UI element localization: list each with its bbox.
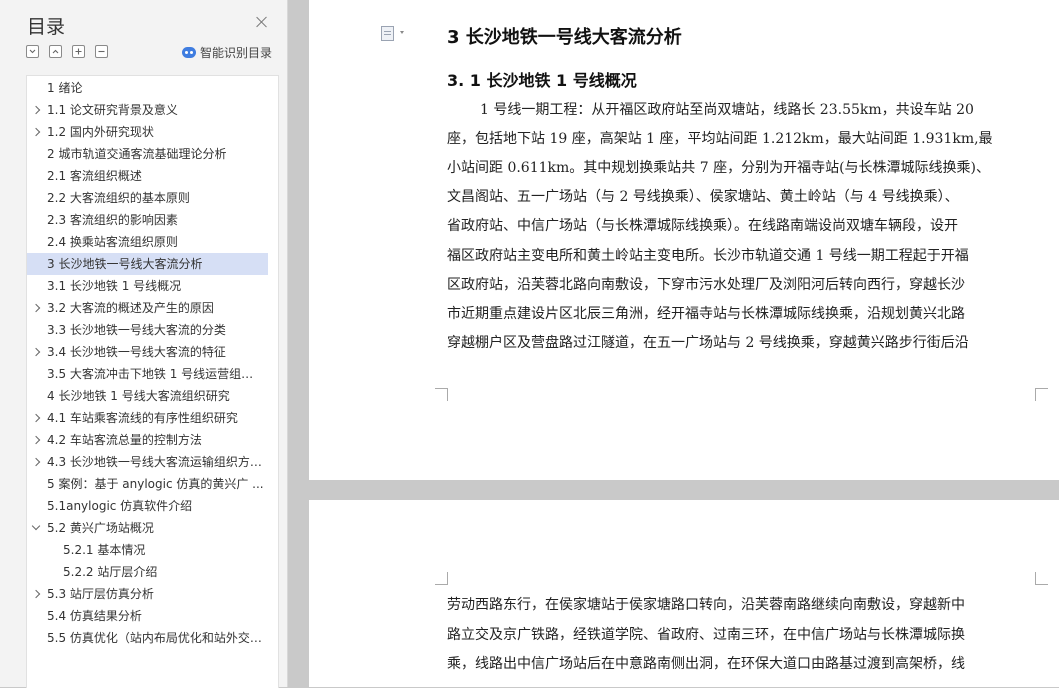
body-text-line: 乘，线路出中信广场站后在中意路南侧出洞，在环保大道口由路基过渡到高架桥，线 bbox=[447, 656, 965, 672]
toc-item-label: 4.2 车站客流总量的控制方法 bbox=[47, 433, 202, 447]
toc-item-label: 2.4 换乘站客流组织原则 bbox=[47, 235, 178, 249]
body-text-line: 穿越棚户区及营盘路过江隧道，在五一广场站与 2 号线换乘，穿越黄兴路步行街后沿 bbox=[447, 334, 969, 351]
toc-item-label: 2.2 大客流组织的基本原则 bbox=[47, 191, 190, 205]
toc-item-label: 1 绪论 bbox=[47, 81, 83, 95]
toc-item-label: 4.1 车站乘客流线的有序性组织研究 bbox=[47, 411, 238, 425]
document-page: 3 长沙地铁一号线大客流分析 3. 1 长沙地铁 1 号线概况 1 号线一期工程… bbox=[309, 0, 1059, 480]
toc-item[interactable]: 2.4 换乘站客流组织原则 bbox=[27, 231, 268, 253]
toc-item[interactable]: 5.3 站厅层仿真分析 bbox=[27, 583, 268, 605]
chevron-right-icon[interactable] bbox=[31, 413, 41, 423]
body-text-line: 路立交及京广铁路，经铁道学院、省政府、过南三环，在中信广场站与长株潭城际换 bbox=[447, 626, 965, 643]
toc-item[interactable]: 5.1anylogic 仿真软件介绍 bbox=[27, 495, 268, 517]
toc-title: 目录 bbox=[27, 16, 66, 38]
crop-mark bbox=[435, 572, 448, 585]
toc-item[interactable]: 2.3 客流组织的影响因素 bbox=[27, 209, 268, 231]
body-text-line: 文昌阁站、五一广场站（与 2 号线换乘）、侯家塘站、黄土岭站（与 4 号线换乘）… bbox=[447, 189, 959, 206]
collapse-all-icon[interactable] bbox=[49, 45, 62, 58]
document-page: 劳动西路东行，在侯家塘站于侯家塘路口转向，沿芙蓉南路继续向南敷设，穿越新中 路立交… bbox=[309, 500, 1059, 687]
toc-item-label: 5 案例：基于 anylogic 仿真的黄兴广 ... bbox=[47, 477, 264, 491]
toc-item[interactable]: 3.5 大客流冲击下地铁 1 号线运营组织 ... bbox=[27, 363, 268, 385]
expand-all-icon[interactable] bbox=[26, 45, 39, 58]
toc-item[interactable]: 3 长沙地铁一号线大客流分析 bbox=[27, 253, 268, 275]
smart-toc-label: 智能识别目录 bbox=[200, 46, 273, 60]
toc-item-label: 3.5 大客流冲击下地铁 1 号线运营组织 ... bbox=[47, 367, 265, 381]
chevron-right-icon[interactable] bbox=[31, 457, 41, 467]
chevron-down-icon[interactable] bbox=[31, 521, 41, 531]
smart-toc-button[interactable]: 智能识别目录 bbox=[182, 44, 272, 61]
toc-item[interactable]: 5.2 黄兴广场站概况 bbox=[27, 517, 268, 539]
toc-item[interactable]: 2.2 大客流组织的基本原则 bbox=[27, 187, 268, 209]
toc-list: 1 绪论 1.1 论文研究背景及意义 1.2 国内外研究现状 2 城市轨道交通客流基础… bbox=[26, 75, 279, 688]
body-text-line: 省政府站、中信广场站（与长株潭城际线换乘）。在线路南端设尚双塘车辆段，设开 bbox=[447, 218, 958, 235]
body-text-line: 1 号线一期工程：从开福区政府站至尚双塘站，线路长 23.55km，共设车站 2… bbox=[480, 102, 974, 118]
chevron-right-icon[interactable] bbox=[31, 435, 41, 445]
toc-item-label: 1.1 论文研究背景及意义 bbox=[47, 103, 178, 117]
toc-item-label: 5.1anylogic 仿真软件介绍 bbox=[47, 499, 193, 513]
crop-mark bbox=[1035, 572, 1048, 585]
toc-item[interactable]: 5 案例：基于 anylogic 仿真的黄兴广 ... bbox=[27, 473, 268, 495]
toc-item[interactable]: 4.3 长沙地铁一号线大客流运输组织方 ... bbox=[27, 451, 268, 473]
toc-item-label: 5.2.2 站厅层介绍 bbox=[63, 565, 158, 579]
toc-item[interactable]: 1 绪论 bbox=[27, 77, 268, 99]
toc-item-label: 4.3 长沙地铁一号线大客流运输组织方 ... bbox=[47, 455, 265, 469]
heading-2: 3. 1 长沙地铁 1 号线概况 bbox=[447, 71, 637, 90]
toc-item-label: 1.2 国内外研究现状 bbox=[47, 125, 154, 139]
toc-item-label: 2.1 客流组织概述 bbox=[47, 169, 142, 183]
toc-item[interactable]: 3.1 长沙地铁 1 号线概况 bbox=[27, 275, 268, 297]
chevron-down-icon[interactable] bbox=[400, 31, 404, 34]
toc-item-label: 3 长沙地铁一号线大客流分析 bbox=[47, 257, 203, 271]
toc-item-label: 5.2.1 基本情况 bbox=[63, 543, 146, 557]
body-text-line: 座，包括地下站 19 座，高架站 1 座，平均站间距 1.212km，最大站间距… bbox=[447, 131, 993, 148]
body-text-line: 福区政府站主变电所和黄土岭站主变电所。长沙市轨道交通 1 号线一期工程起于开福 bbox=[447, 247, 969, 264]
toc-item[interactable]: 2 城市轨道交通客流基础理论分析 bbox=[27, 143, 268, 165]
crop-mark bbox=[1035, 388, 1048, 401]
body-text-line: 区政府站，沿芙蓉北路向南敷设，下穿市污水处理厂及浏阳河后转向西行，穿越长沙 bbox=[447, 276, 965, 293]
toc-item-label: 5.3 站厅层仿真分析 bbox=[47, 587, 154, 601]
toc-toolbar bbox=[26, 45, 108, 58]
toc-panel: 目录 智能识别目录 1 绪论 1.1 论文研究背景及意义 1.2 国内外研究现状 2 … bbox=[0, 0, 288, 688]
toc-item[interactable]: 5.2.1 基本情况 bbox=[27, 539, 268, 561]
toc-item[interactable]: 3.4 长沙地铁一号线大客流的特征 bbox=[27, 341, 268, 363]
toc-item[interactable]: 4 长沙地铁 1 号线大客流组织研究 bbox=[27, 385, 268, 407]
toc-item[interactable]: 5.5 仿真优化（站内布局优化和站外交 ... bbox=[27, 627, 268, 649]
body-text-line: 劳动西路东行，在侯家塘站于侯家塘路口转向，沿芙蓉南路继续向南敷设，穿越新中 bbox=[447, 597, 965, 613]
toc-item[interactable]: 4.1 车站乘客流线的有序性组织研究 bbox=[27, 407, 268, 429]
chevron-right-icon[interactable] bbox=[31, 105, 41, 115]
heading-1: 3 长沙地铁一号线大客流分析 bbox=[447, 27, 682, 48]
toc-item-label: 3.2 大客流的概述及产生的原因 bbox=[47, 301, 214, 315]
chevron-right-icon[interactable] bbox=[31, 589, 41, 599]
toc-item-label: 5.4 仿真结果分析 bbox=[47, 609, 142, 623]
toc-item-label: 2.3 客流组织的影响因素 bbox=[47, 213, 178, 227]
toc-item-label: 5.2 黄兴广场站概况 bbox=[47, 521, 154, 535]
add-heading-icon[interactable] bbox=[72, 45, 85, 58]
toc-item[interactable]: 2.1 客流组织概述 bbox=[27, 165, 268, 187]
toc-item-label: 2 城市轨道交通客流基础理论分析 bbox=[47, 147, 227, 161]
toc-item-label: 3.1 长沙地铁 1 号线概况 bbox=[47, 279, 182, 293]
remove-heading-icon[interactable] bbox=[95, 45, 108, 58]
body-text-line: 小站间距 0.611km。其中规划换乘站共 7 座，分别为开福寺站(与长株潭城际… bbox=[447, 160, 991, 177]
toc-item[interactable]: 1.1 论文研究背景及意义 bbox=[27, 99, 268, 121]
close-icon[interactable] bbox=[255, 15, 269, 29]
body-text-line: 市近期重点建设片区北辰三角洲，经开福寺站与长株潭城际线换乘，沿规划黄兴北路 bbox=[447, 305, 965, 322]
chevron-right-icon[interactable] bbox=[31, 303, 41, 313]
chevron-right-icon[interactable] bbox=[31, 127, 41, 137]
toc-item[interactable]: 5.2.2 站厅层介绍 bbox=[27, 561, 268, 583]
crop-mark bbox=[435, 388, 448, 401]
document-icon[interactable] bbox=[381, 26, 394, 41]
toc-item-label: 4 长沙地铁 1 号线大客流组织研究 bbox=[47, 389, 230, 403]
chevron-right-icon[interactable] bbox=[31, 347, 41, 357]
toc-item[interactable]: 4.2 车站客流总量的控制方法 bbox=[27, 429, 268, 451]
toc-item-label: 3.4 长沙地铁一号线大客流的特征 bbox=[47, 345, 226, 359]
toc-item-label: 5.5 仿真优化（站内布局优化和站外交 ... bbox=[47, 631, 265, 645]
toc-item-label: 3.3 长沙地铁一号线大客流的分类 bbox=[47, 323, 226, 337]
toc-item[interactable]: 3.3 长沙地铁一号线大客流的分类 bbox=[27, 319, 268, 341]
toc-item[interactable]: 3.2 大客流的概述及产生的原因 bbox=[27, 297, 268, 319]
toc-item[interactable]: 5.4 仿真结果分析 bbox=[27, 605, 268, 627]
ai-icon bbox=[182, 47, 196, 58]
toc-item[interactable]: 1.2 国内外研究现状 bbox=[27, 121, 268, 143]
